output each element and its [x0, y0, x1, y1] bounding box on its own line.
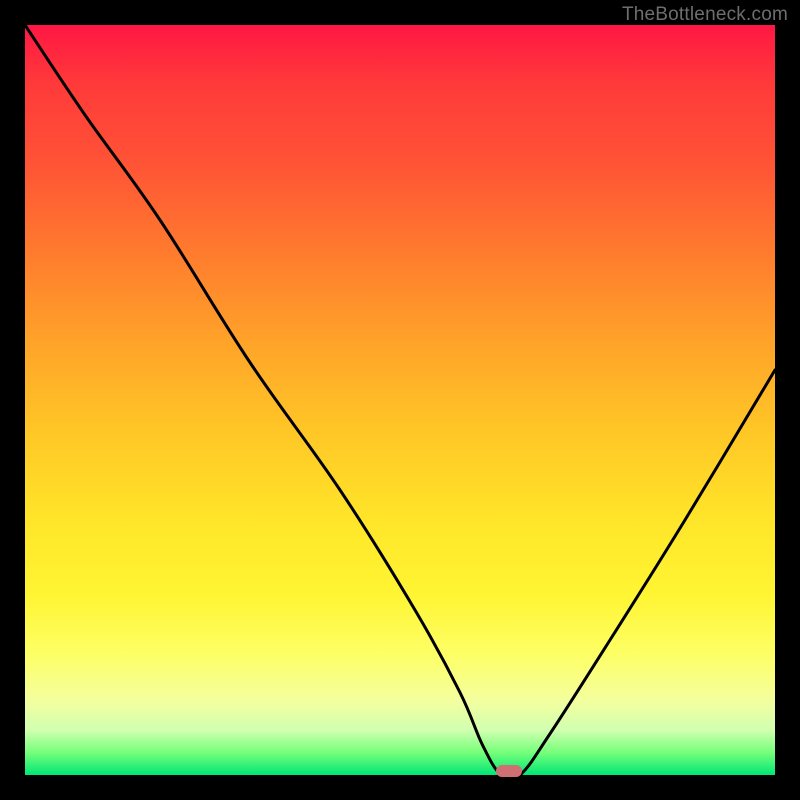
bottleneck-chart: TheBottleneck.com [0, 0, 800, 800]
optimal-point-marker [496, 765, 522, 777]
curve-svg [25, 25, 775, 775]
watermark-text: TheBottleneck.com [622, 4, 788, 26]
bottleneck-curve-path [25, 25, 775, 775]
plot-area [25, 25, 775, 775]
